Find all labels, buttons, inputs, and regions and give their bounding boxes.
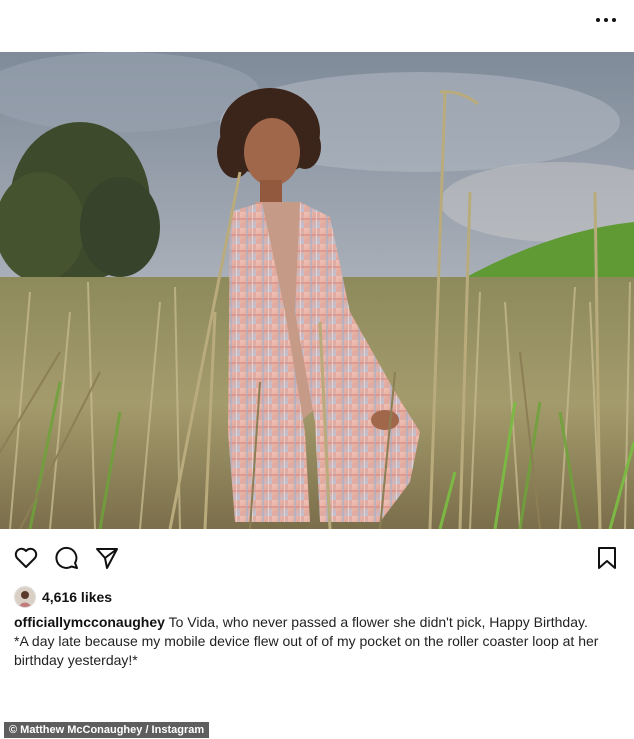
caption-line-3: birthday yesterday!* [14,652,138,668]
photo-illustration [0,52,634,529]
likes-row: 4,616 likes [14,585,112,609]
post-header [0,0,634,52]
comment-icon[interactable] [53,544,81,572]
post-photo[interactable] [0,52,634,529]
caption-line: officiallymcconaughey To Vida, who never… [14,613,622,632]
caption-text: To Vida, who never passed a flower she d… [164,614,588,630]
dot [612,18,616,22]
caption-line-2: *A day late because my mobile device fle… [14,633,599,649]
avatar[interactable] [14,586,36,608]
send-icon[interactable] [93,544,121,572]
dot [596,18,600,22]
likes-count[interactable]: 4,616 likes [42,589,112,605]
more-options-icon[interactable] [596,13,616,27]
photo-credit: © Matthew McConaughey / Instagram [4,722,210,738]
dot [604,18,608,22]
action-bar [0,540,634,576]
post-caption: officiallymcconaughey To Vida, who never… [14,613,622,670]
caption-username[interactable]: officiallymcconaughey [14,614,165,630]
heart-icon[interactable] [12,544,40,572]
avatar-image [15,587,35,607]
bookmark-icon[interactable] [593,544,621,572]
